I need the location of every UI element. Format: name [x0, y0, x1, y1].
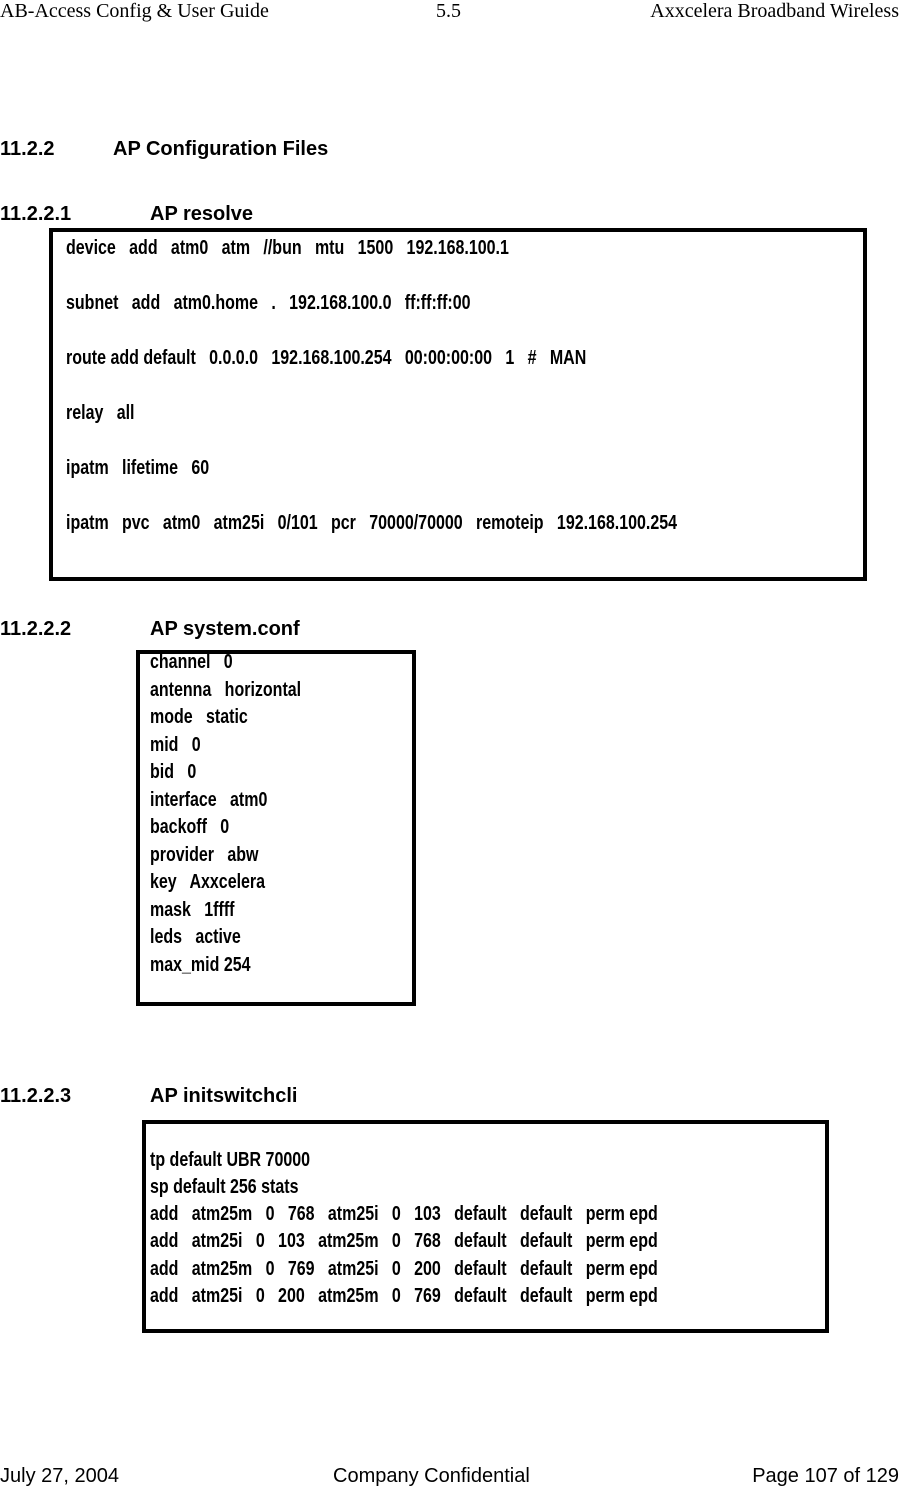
- section-title: AP Configuration Files: [113, 138, 329, 160]
- header-doc-title: AB-Access Config & User Guide: [0, 0, 269, 22]
- code-line: sp default 256 stats: [150, 1176, 299, 1198]
- code-line: device add atm0 atm //bun mtu 1500 192.1…: [66, 237, 509, 259]
- code-line: key Axxcelera: [150, 871, 266, 893]
- subsection-title: AP initswitchcli: [150, 1085, 298, 1107]
- code-line: antenna horizontal: [150, 679, 302, 701]
- code-line: ipatm lifetime 60: [66, 457, 210, 479]
- code-line: tp default UBR 70000: [150, 1149, 311, 1171]
- footer-confidential: Company Confidential: [333, 1465, 530, 1487]
- footer-date: July 27, 2004: [0, 1465, 119, 1487]
- section-number: 11.2.2: [0, 138, 55, 160]
- footer-page-number: Page 107 of 129: [752, 1465, 899, 1487]
- code-line: mode static: [150, 706, 248, 728]
- code-line: channel 0: [150, 651, 233, 673]
- subsection-number: 11.2.2.3: [0, 1085, 72, 1107]
- subsection-title: AP system.conf: [150, 618, 300, 640]
- code-line: add atm25m 0 769 atm25i 0 200 default de…: [150, 1258, 658, 1280]
- subsection-title: AP resolve: [150, 203, 254, 225]
- code-line: subnet add atm0.home . 192.168.100.0 ff:…: [66, 292, 471, 314]
- code-line: route add default 0.0.0.0 192.168.100.25…: [66, 347, 587, 369]
- code-line: mid 0: [150, 734, 201, 756]
- header-company: Axxcelera Broadband Wireless: [650, 0, 899, 22]
- code-line: leds active: [150, 926, 241, 948]
- code-line: bid 0: [150, 761, 197, 783]
- code-line: ipatm pvc atm0 atm25i 0/101 pcr 70000/70…: [66, 512, 678, 534]
- subsection-number: 11.2.2.1: [0, 203, 72, 225]
- code-line: max_mid 254: [150, 954, 251, 976]
- code-line: interface atm0: [150, 789, 268, 811]
- code-line: add atm25i 0 103 atm25m 0 768 default de…: [150, 1230, 658, 1252]
- header-version: 5.5: [436, 0, 461, 22]
- code-line: mask 1ffff: [150, 899, 235, 921]
- code-line: add atm25m 0 768 atm25i 0 103 default de…: [150, 1203, 658, 1225]
- code-line: provider abw: [150, 844, 259, 866]
- code-line: backoff 0: [150, 816, 230, 838]
- code-line: add atm25i 0 200 atm25m 0 769 default de…: [150, 1285, 658, 1307]
- code-line: relay all: [66, 402, 135, 424]
- subsection-number: 11.2.2.2: [0, 618, 72, 640]
